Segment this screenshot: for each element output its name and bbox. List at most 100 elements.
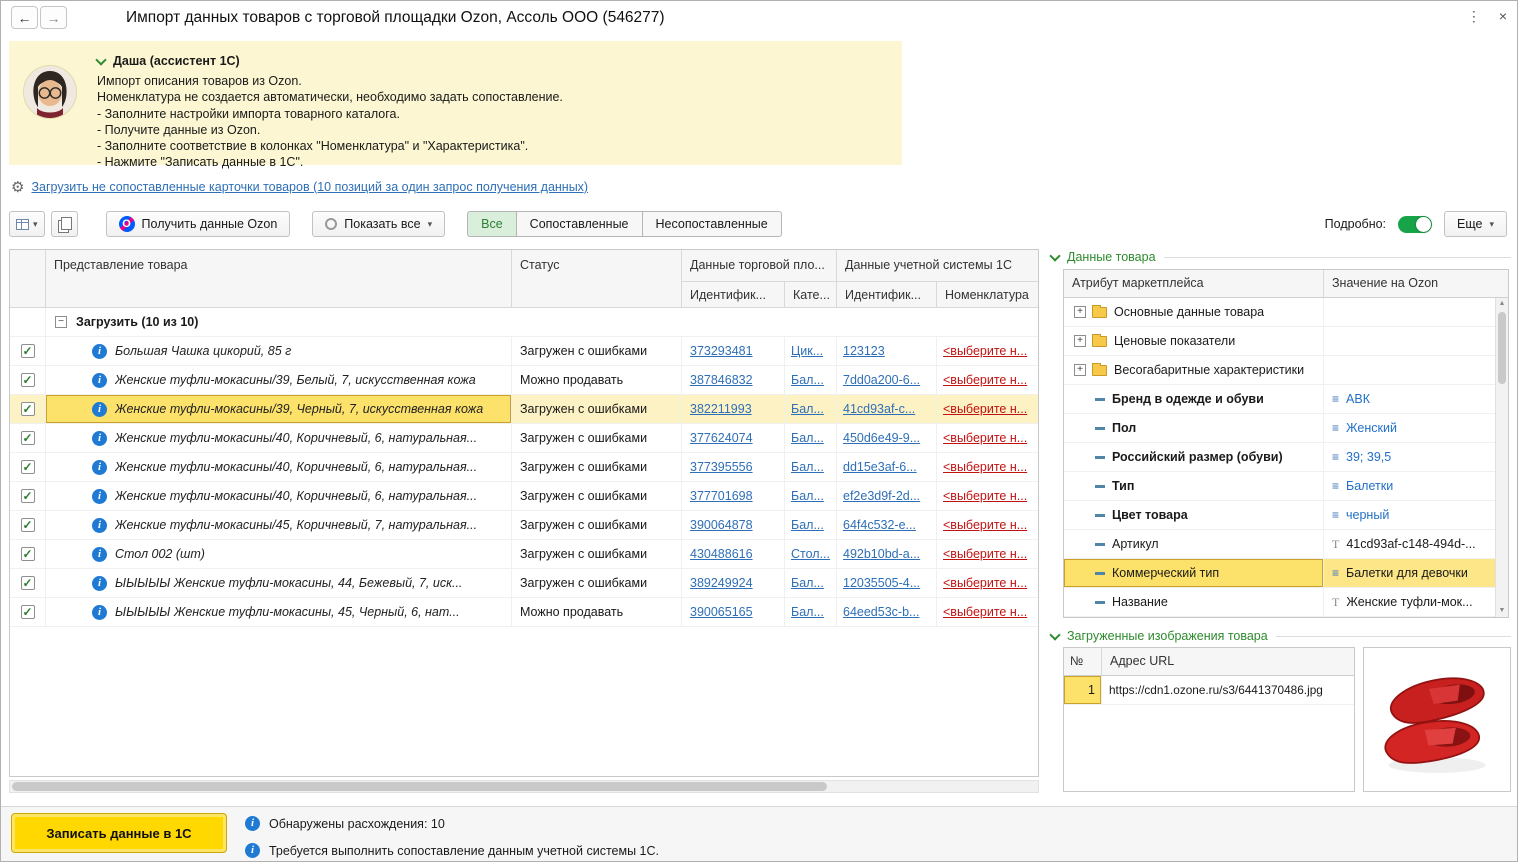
product-cell[interactable]: iЖенские туфли-мокасины/40, Коричневый, … bbox=[46, 453, 512, 482]
accounting-id-link[interactable]: 492b10bd-a... bbox=[843, 547, 920, 561]
attribute-value[interactable]: Женский bbox=[1346, 421, 1397, 435]
accounting-id-link[interactable]: 123123 bbox=[843, 344, 885, 358]
nomenclature-select-link[interactable]: <выберите н... bbox=[943, 547, 1027, 561]
product-cell[interactable]: iЖенские туфли-мокасины/40, Коричневый, … bbox=[46, 424, 512, 453]
marketplace-id-link[interactable]: 430488616 bbox=[690, 547, 753, 561]
header-nomenclature[interactable]: Номенклатура bbox=[937, 282, 1038, 308]
category-link[interactable]: Бал... bbox=[791, 373, 824, 387]
category-link[interactable]: Бал... bbox=[791, 489, 824, 503]
marketplace-id-link[interactable]: 377624074 bbox=[690, 431, 753, 445]
copy-button[interactable] bbox=[51, 211, 78, 237]
row-checkbox[interactable]: ✓ bbox=[21, 373, 35, 387]
product-cell[interactable]: iЖенские туфли-мокасины/45, Коричневый, … bbox=[46, 511, 512, 540]
attribute-row[interactable]: Коммерческий тип≡Балетки для девочки bbox=[1064, 559, 1508, 588]
attribute-row[interactable]: АртикулТ41cd93af-c148-494d-... bbox=[1064, 530, 1508, 559]
marketplace-id-link[interactable]: 373293481 bbox=[690, 344, 753, 358]
marketplace-id-link[interactable]: 377395556 bbox=[690, 460, 753, 474]
info-icon[interactable]: i bbox=[92, 460, 107, 475]
attribute-row[interactable]: Пол≡Женский bbox=[1064, 414, 1508, 443]
header-category[interactable]: Кате... bbox=[785, 282, 837, 308]
horizontal-scrollbar[interactable] bbox=[9, 780, 1039, 793]
nomenclature-select-link[interactable]: <выберите н... bbox=[943, 489, 1027, 503]
header-attribute[interactable]: Атрибут маркетплейса bbox=[1064, 270, 1324, 297]
accounting-id-link[interactable]: 7dd0a200-6... bbox=[843, 373, 920, 387]
category-link[interactable]: Цик... bbox=[791, 344, 823, 358]
close-icon[interactable]: × bbox=[1499, 8, 1507, 25]
row-checkbox[interactable]: ✓ bbox=[21, 576, 35, 590]
table-row[interactable]: ✓ iЖенские туфли-мокасины/40, Коричневый,… bbox=[10, 453, 1038, 482]
info-icon[interactable]: i bbox=[92, 402, 107, 417]
nomenclature-select-link[interactable]: <выберите н... bbox=[943, 431, 1027, 445]
accounting-id-link[interactable]: 64eed53c-b... bbox=[843, 605, 919, 619]
section-collapse-icon[interactable] bbox=[1049, 250, 1060, 261]
filter-tab[interactable]: Несопоставленные bbox=[642, 211, 782, 237]
save-settings-button[interactable]: ▾ bbox=[9, 211, 45, 237]
forward-button[interactable]: → bbox=[40, 6, 67, 29]
category-link[interactable]: Бал... bbox=[791, 518, 824, 532]
header-accounting-id[interactable]: Идентифик... bbox=[837, 282, 937, 308]
accounting-id-link[interactable]: dd15e3af-6... bbox=[843, 460, 917, 474]
header-number[interactable]: № bbox=[1064, 648, 1102, 675]
info-icon[interactable]: i bbox=[92, 489, 107, 504]
nomenclature-select-link[interactable]: <выберите н... bbox=[943, 402, 1027, 416]
load-cards-link[interactable]: Загрузить не сопоставленные карточки тов… bbox=[31, 180, 588, 194]
info-icon[interactable]: i bbox=[92, 344, 107, 359]
marketplace-id-link[interactable]: 390064878 bbox=[690, 518, 753, 532]
table-row[interactable]: ✓iБольшая Чашка цикорий, 85 гЗагружен с … bbox=[10, 337, 1038, 366]
table-row[interactable]: ✓ iЫЫЫЫЫ Женские туфли-мокасины, 44, Беже… bbox=[10, 569, 1038, 598]
attribute-row[interactable]: НазваниеТЖенские туфли-мок... bbox=[1064, 588, 1508, 617]
more-button[interactable]: Еще ▾ bbox=[1444, 211, 1507, 237]
category-link[interactable]: Бал... bbox=[791, 431, 824, 445]
info-icon[interactable]: i bbox=[92, 518, 107, 533]
info-icon[interactable]: i bbox=[92, 605, 107, 620]
attribute-row[interactable]: Тип≡Балетки bbox=[1064, 472, 1508, 501]
header-value[interactable]: Значение на Ozon bbox=[1324, 270, 1508, 297]
category-link[interactable]: Бал... bbox=[791, 460, 824, 474]
attribute-row[interactable]: +Основные данные товара bbox=[1064, 298, 1508, 327]
category-link[interactable]: Бал... bbox=[791, 576, 824, 590]
attribute-value[interactable]: 39; 39,5 bbox=[1346, 450, 1391, 464]
scrollbar-thumb[interactable] bbox=[1498, 312, 1506, 384]
table-row[interactable]: ✓iЖенские туфли-мокасины/39, Белый, 7, и… bbox=[10, 366, 1038, 395]
row-checkbox[interactable]: ✓ bbox=[21, 605, 35, 619]
scroll-down-icon[interactable]: ▼ bbox=[1496, 605, 1508, 617]
write-data-button[interactable]: Записать данные в 1С bbox=[11, 813, 227, 853]
marketplace-id-link[interactable]: 387846832 bbox=[690, 373, 753, 387]
expand-icon[interactable]: + bbox=[1074, 364, 1086, 376]
accounting-id-link[interactable]: 12035505-4... bbox=[843, 576, 920, 590]
expand-icon[interactable]: + bbox=[1074, 335, 1086, 347]
accounting-id-link[interactable]: 41cd93af-c... bbox=[843, 402, 915, 416]
info-icon[interactable]: i bbox=[92, 431, 107, 446]
product-cell[interactable]: iЫЫЫЫЫ Женские туфли-мокасины, 45, Черны… bbox=[46, 598, 512, 627]
gear-icon[interactable]: ⚙ bbox=[11, 178, 24, 196]
product-cell[interactable]: iЖенские туфли-мокасины/40, Коричневый, … bbox=[46, 482, 512, 511]
info-icon[interactable]: i bbox=[92, 547, 107, 562]
collapse-icon[interactable]: − bbox=[55, 316, 67, 328]
header-status[interactable]: Статус bbox=[512, 250, 682, 308]
nomenclature-select-link[interactable]: <выберите н... bbox=[943, 373, 1027, 387]
filter-tab[interactable]: Сопоставленные bbox=[516, 211, 643, 237]
product-cell[interactable]: iЫЫЫЫЫ Женские туфли-мокасины, 44, Бежев… bbox=[46, 569, 512, 598]
vertical-scrollbar[interactable]: ▲ ▼ bbox=[1495, 298, 1508, 617]
attribute-value[interactable]: АВК bbox=[1346, 392, 1370, 406]
nomenclature-select-link[interactable]: <выберите н... bbox=[943, 518, 1027, 532]
table-row[interactable]: ✓iСтол 002 (шт)Загружен с ошибками430488… bbox=[10, 540, 1038, 569]
section-collapse-icon[interactable] bbox=[1049, 629, 1060, 640]
table-row[interactable]: ✓iЖенские туфли-мокасины/40, Коричневый,… bbox=[10, 424, 1038, 453]
nomenclature-select-link[interactable]: <выберите н... bbox=[943, 605, 1027, 619]
row-checkbox[interactable]: ✓ bbox=[21, 460, 35, 474]
back-button[interactable]: ← bbox=[11, 6, 38, 29]
scroll-up-icon[interactable]: ▲ bbox=[1496, 298, 1508, 310]
accounting-id-link[interactable]: 450d6e49-9... bbox=[843, 431, 920, 445]
category-link[interactable]: Стол... bbox=[791, 547, 830, 561]
table-row[interactable]: ✓iЖенские туфли-мокасины/45, Коричневый,… bbox=[10, 511, 1038, 540]
menu-icon[interactable]: ⋮ bbox=[1467, 8, 1481, 25]
row-checkbox[interactable]: ✓ bbox=[21, 344, 35, 358]
expand-icon[interactable]: + bbox=[1074, 306, 1086, 318]
table-row[interactable]: ✓iЖенские туфли-мокасины/40, Коричневый,… bbox=[10, 482, 1038, 511]
marketplace-id-link[interactable]: 377701698 bbox=[690, 489, 753, 503]
marketplace-id-link[interactable]: 390065165 bbox=[690, 605, 753, 619]
header-product[interactable]: Представление товара bbox=[46, 250, 512, 308]
show-all-button[interactable]: Показать все ▾ bbox=[312, 211, 445, 237]
attribute-value[interactable]: черный bbox=[1346, 508, 1389, 522]
